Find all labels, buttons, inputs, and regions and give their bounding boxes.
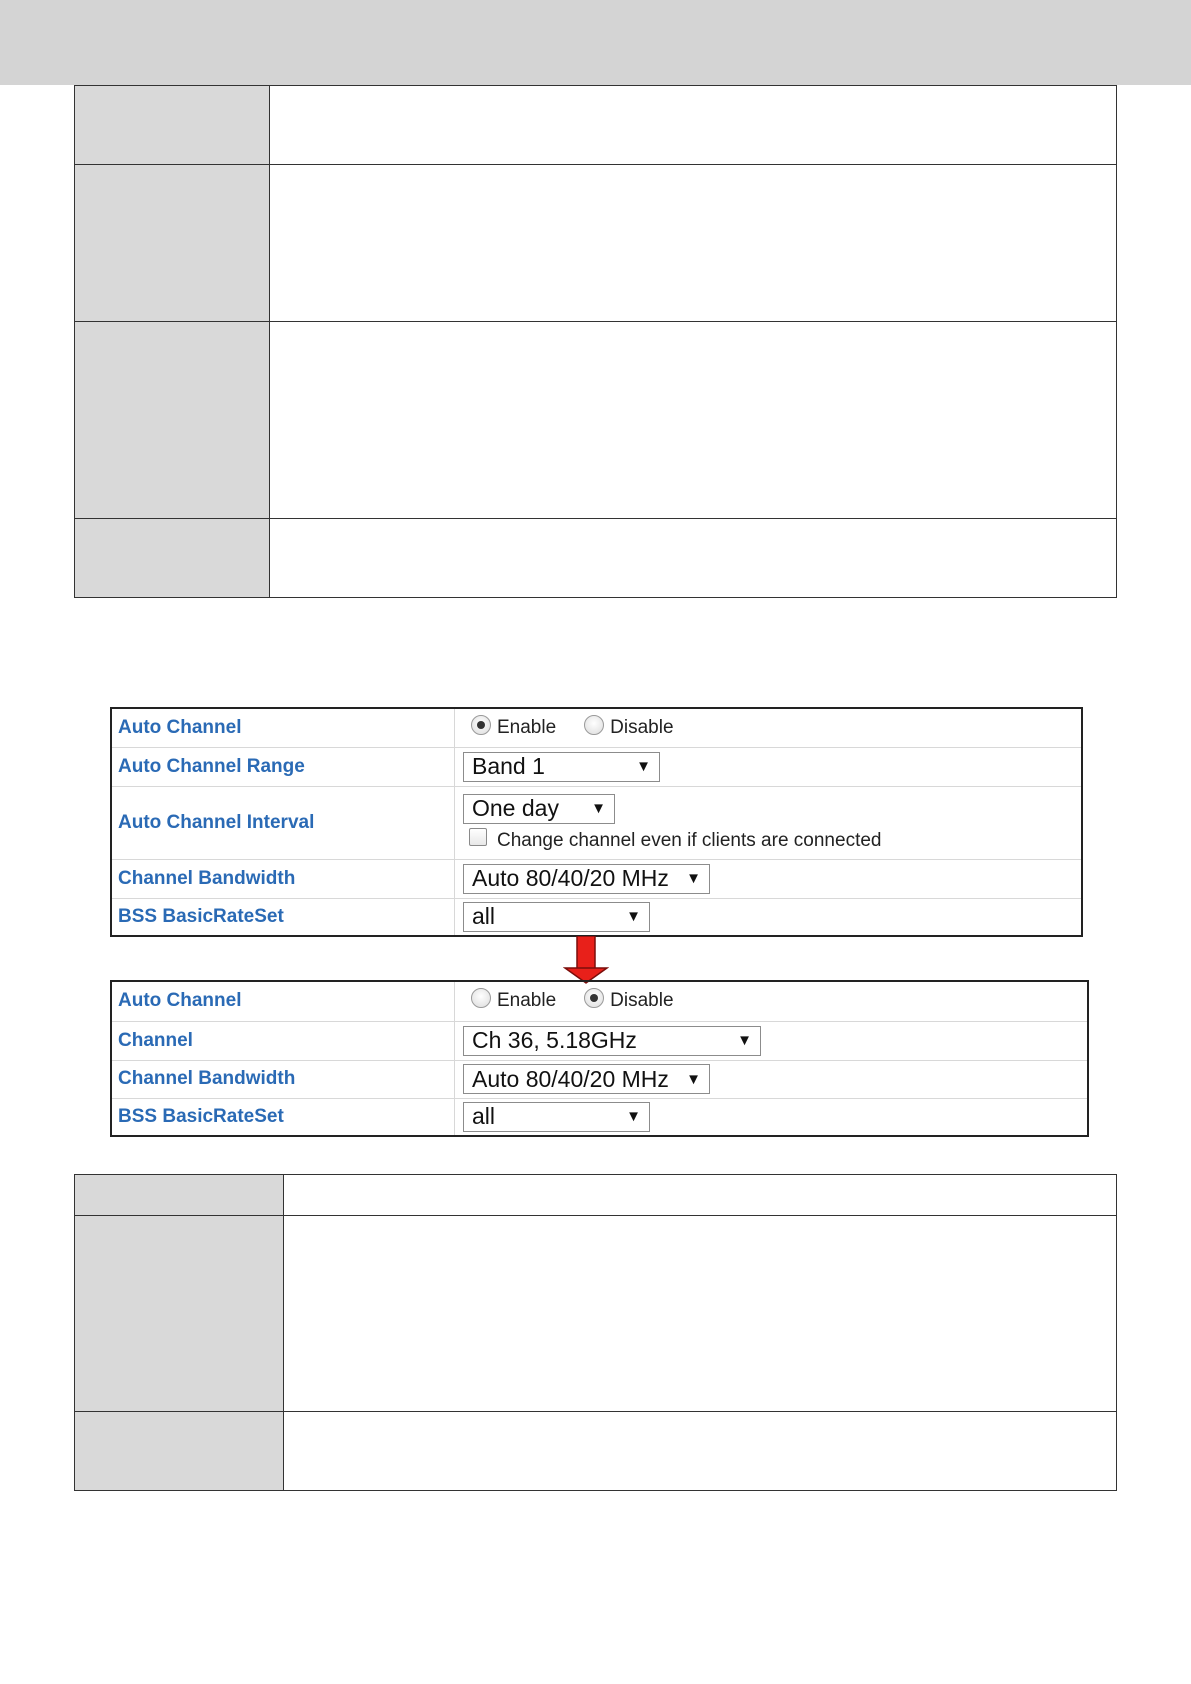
channel-select[interactable]: Ch 36, 5.18GHz ▼ [463,1025,761,1056]
bss-basic-rate-set-label: BSS BasicRateSet [111,1098,455,1136]
description-value-cell [269,518,1117,598]
bss-basic-rate-set-select[interactable]: all ▼ [463,901,650,932]
channel-cell: Ch 36, 5.18GHz ▼ [454,1021,1088,1061]
description-label-cell [74,85,270,165]
description-value-cell [283,1215,1117,1412]
auto-channel-range-value: Band 1 [472,753,545,779]
enable-radio-label: Enable [497,990,557,1012]
auto-channel-range-label: Auto Channel Range [111,747,455,787]
bss-basic-rate-set-value: all [472,903,496,930]
auto-channel-label: Auto Channel [111,708,455,748]
auto-channel-enable-radio[interactable] [471,714,491,735]
page-header-band [0,0,1191,85]
bss-basic-rate-set-value: all [472,1103,496,1130]
description-value-cell [283,1174,1117,1216]
description-table-bottom [74,1174,1117,1491]
channel-bandwidth-label: Channel Bandwidth [111,859,455,899]
description-label-cell [74,164,270,322]
wireless-settings-panel-enabled: Auto Channel Enable Disable Auto Channel… [110,707,1083,937]
chevron-down-icon: ▼ [737,1032,752,1049]
channel-bandwidth-label: Channel Bandwidth [111,1060,455,1099]
channel-bandwidth-select[interactable]: Auto 80/40/20 MHz ▼ [463,1064,710,1094]
description-value-cell [269,164,1117,322]
description-value-cell [283,1411,1117,1491]
description-label-cell [74,1215,284,1412]
auto-channel-interval-select[interactable]: One day ▼ [463,793,615,824]
channel-value: Ch 36, 5.18GHz [472,1027,637,1053]
description-label-cell [74,321,270,519]
auto-channel-range-select[interactable]: Band 1 ▼ [463,751,660,782]
auto-channel-disable-radio[interactable] [584,988,605,1009]
change-channel-checkbox-label: Change channel even if clients are conne… [497,829,882,851]
description-label-cell [74,1174,284,1216]
channel-bandwidth-cell: Auto 80/40/20 MHz ▼ [454,1060,1088,1099]
description-value-cell [269,85,1117,165]
chevron-down-icon: ▼ [626,908,641,926]
change-channel-checkbox[interactable] [469,827,487,846]
bss-basic-rate-set-cell: all ▼ [455,1098,1089,1136]
auto-channel-interval-cell: One day ▼ Change channel even if clients… [454,786,1082,860]
enable-radio-label: Enable [497,716,557,738]
bss-basic-rate-set-label: BSS BasicRateSet [111,898,455,936]
red-down-arrow-icon [563,936,609,984]
chevron-down-icon: ▼ [636,758,651,775]
auto-channel-radio-cell: Enable Disable [454,708,1082,748]
channel-label: Channel [111,1021,455,1061]
auto-channel-radio-cell: Enable Disable [454,981,1088,1022]
auto-channel-disable-radio[interactable] [584,714,605,735]
disable-radio-label: Disable [610,990,674,1012]
bss-basic-rate-set-cell: all ▼ [455,898,1083,936]
channel-bandwidth-value: Auto 80/40/20 MHz [472,1065,669,1092]
chevron-down-icon: ▼ [591,800,606,817]
auto-channel-label: Auto Channel [111,981,455,1022]
channel-bandwidth-select[interactable]: Auto 80/40/20 MHz ▼ [463,863,710,894]
description-table-top [74,85,1117,598]
chevron-down-icon: ▼ [686,870,701,887]
auto-channel-interval-value: One day [472,795,559,821]
description-label-cell [74,1411,284,1491]
channel-bandwidth-value: Auto 80/40/20 MHz [472,865,669,891]
bss-basic-rate-set-select[interactable]: all ▼ [463,1101,650,1132]
description-value-cell [269,321,1117,519]
description-label-cell [74,518,270,598]
channel-bandwidth-cell: Auto 80/40/20 MHz ▼ [454,859,1082,899]
auto-channel-enable-radio[interactable] [471,988,491,1009]
auto-channel-interval-label: Auto Channel Interval [111,786,455,860]
chevron-down-icon: ▼ [686,1070,701,1088]
wireless-settings-panel-disabled: Auto Channel Enable Disable Channel Ch 3… [110,980,1089,1137]
disable-radio-label: Disable [610,716,674,738]
chevron-down-icon: ▼ [626,1108,641,1126]
auto-channel-range-cell: Band 1 ▼ [454,747,1082,787]
